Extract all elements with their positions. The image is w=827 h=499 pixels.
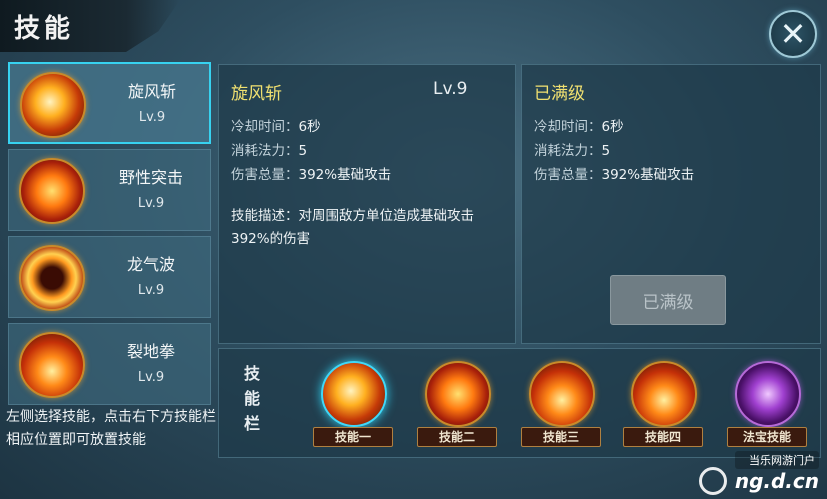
- watermark-url: ng.d.cn: [734, 469, 819, 493]
- skill-slot-3[interactable]: 技能三: [521, 361, 603, 451]
- skill-name: 裂地拳: [126, 342, 175, 361]
- instruction-text: 左侧选择技能，点击右下方技能栏相应位置即可放置技能: [6, 409, 216, 448]
- description-label: 技能描述：: [231, 208, 299, 224]
- current-skill-level: Lv.9: [433, 79, 468, 99]
- page-title: 技能: [14, 14, 75, 44]
- wild-assault-icon: [19, 158, 85, 224]
- slot-label: 法宝技能: [727, 427, 807, 447]
- cost-label: 消耗法力：: [231, 143, 299, 159]
- close-button[interactable]: ✕: [769, 10, 817, 58]
- current-skill-name: 旋风斩: [231, 84, 282, 104]
- skill-name: 旋风斩: [127, 82, 176, 101]
- next-level-title: 已满级: [534, 84, 585, 104]
- watermark-logo-icon: [699, 467, 727, 495]
- next-level-panel: 已满级 冷却时间：6秒 消耗法力：5 伤害总量：392%基础攻击 已满级: [521, 64, 821, 344]
- whirlwind-slash-icon: [321, 361, 387, 427]
- damage-label: 伤害总量：: [231, 167, 299, 183]
- wild-assault-icon: [425, 361, 491, 427]
- earth-splitting-fist-icon: [19, 332, 85, 398]
- skill-slot-4[interactable]: 技能四: [623, 361, 705, 451]
- cost-value: 5: [298, 143, 308, 159]
- skill-name: 龙气波: [126, 255, 175, 274]
- slot-label: 技能二: [417, 427, 497, 447]
- skill-bar-title: 技 能 栏: [235, 361, 269, 436]
- cost-label: 消耗法力：: [534, 143, 602, 159]
- skill-slot-1[interactable]: 技能一: [313, 361, 395, 451]
- current-skill-panel: 旋风斩 Lv.9 冷却时间：6秒 消耗法力：5 伤害总量：392%基础攻击 技能…: [218, 64, 516, 344]
- skill-slot-2[interactable]: 技能二: [417, 361, 499, 451]
- next-cooldown-stat: 冷却时间：6秒: [534, 115, 624, 135]
- max-level-button[interactable]: 已满级: [610, 275, 726, 325]
- slot-label: 技能一: [313, 427, 393, 447]
- cooldown-label: 冷却时间：: [231, 119, 299, 135]
- damage-value: 392%基础攻击: [298, 167, 392, 183]
- damage-stat: 伤害总量：392%基础攻击: [231, 163, 391, 183]
- skill-list: 旋风斩 Lv.9 野性突击 Lv.9 龙气波 Lv.9 裂地拳 Lv.9: [8, 62, 211, 410]
- damage-label: 伤害总量：: [534, 167, 602, 183]
- skill-item-earth-splitting-fist[interactable]: 裂地拳 Lv.9: [8, 323, 211, 405]
- skill-level: Lv.9: [137, 283, 165, 298]
- skill-item-dragon-wave[interactable]: 龙气波 Lv.9: [8, 236, 211, 318]
- cooldown-value: 6秒: [298, 119, 321, 135]
- skill-level: Lv.9: [137, 196, 165, 211]
- slot-label: 技能四: [623, 427, 703, 447]
- next-damage-stat: 伤害总量：392%基础攻击: [534, 163, 694, 183]
- cooldown-value: 6秒: [601, 119, 624, 135]
- cooldown-label: 冷却时间：: [534, 119, 602, 135]
- watermark: 当乐网游门户 ng.d.cn: [734, 451, 819, 493]
- cost-stat: 消耗法力：5: [231, 139, 307, 159]
- watermark-text: 当乐网游门户: [734, 451, 819, 469]
- next-cost-stat: 消耗法力：5: [534, 139, 610, 159]
- skill-item-wild-assault[interactable]: 野性突击 Lv.9: [8, 149, 211, 231]
- skill-item-whirlwind-slash[interactable]: 旋风斩 Lv.9: [8, 62, 211, 144]
- blade-strike-icon: [529, 361, 595, 427]
- skill-slot-treasure[interactable]: 法宝技能: [727, 361, 809, 451]
- whirlwind-slash-icon: [20, 72, 86, 138]
- treasure-skill-icon: [735, 361, 801, 427]
- skill-bar-title-char: 栏: [243, 414, 260, 433]
- cost-value: 5: [601, 143, 611, 159]
- skill-level: Lv.9: [138, 110, 166, 125]
- slot-label: 技能三: [521, 427, 601, 447]
- skill-bar-title-char: 能: [243, 389, 260, 408]
- skill-bar: 技 能 栏 技能一 技能二 技能三 技能四 法宝技能: [218, 348, 821, 458]
- skill-description: 技能描述：对周围敌方单位造成基础攻击392%的伤害: [231, 205, 507, 251]
- cooldown-stat: 冷却时间：6秒: [231, 115, 321, 135]
- skill-bar-title-char: 技: [243, 364, 260, 383]
- dragon-wave-icon: [19, 245, 85, 311]
- skill-level: Lv.9: [137, 370, 165, 385]
- skill-name: 野性突击: [118, 168, 183, 187]
- close-x-icon: ✕: [779, 15, 807, 53]
- damage-value: 392%基础攻击: [601, 167, 695, 183]
- earth-splitting-fist-icon: [631, 361, 697, 427]
